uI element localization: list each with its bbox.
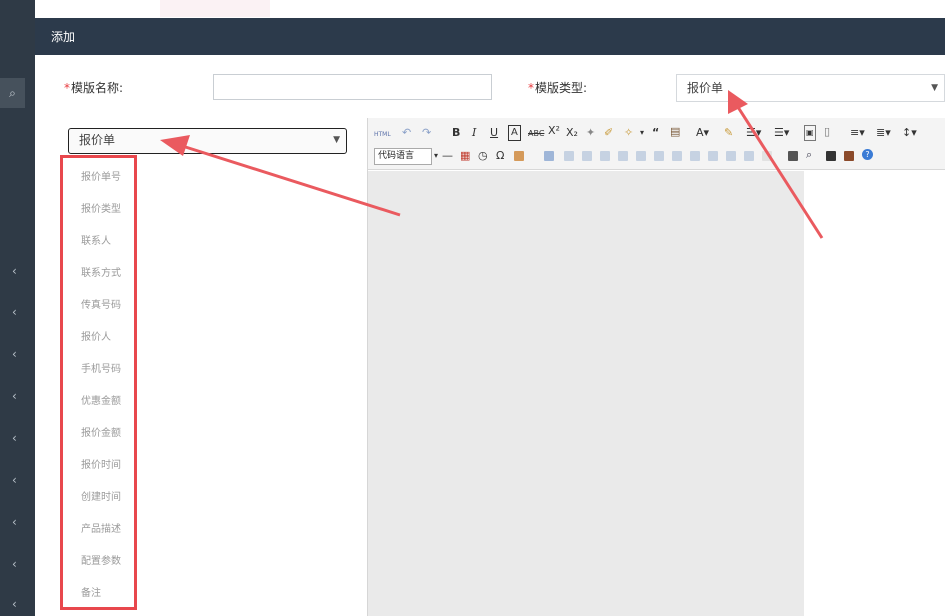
annotation-arrows <box>160 90 824 239</box>
arrow-to-type-select <box>728 90 824 239</box>
arrow-to-field-select <box>160 135 401 217</box>
app-root: ⌕ ‹ ‹ ‹ ‹ ‹ ‹ ‹ ‹ ‹ 添加 *模版名称: *模版类型: 报价单… <box>0 0 945 616</box>
